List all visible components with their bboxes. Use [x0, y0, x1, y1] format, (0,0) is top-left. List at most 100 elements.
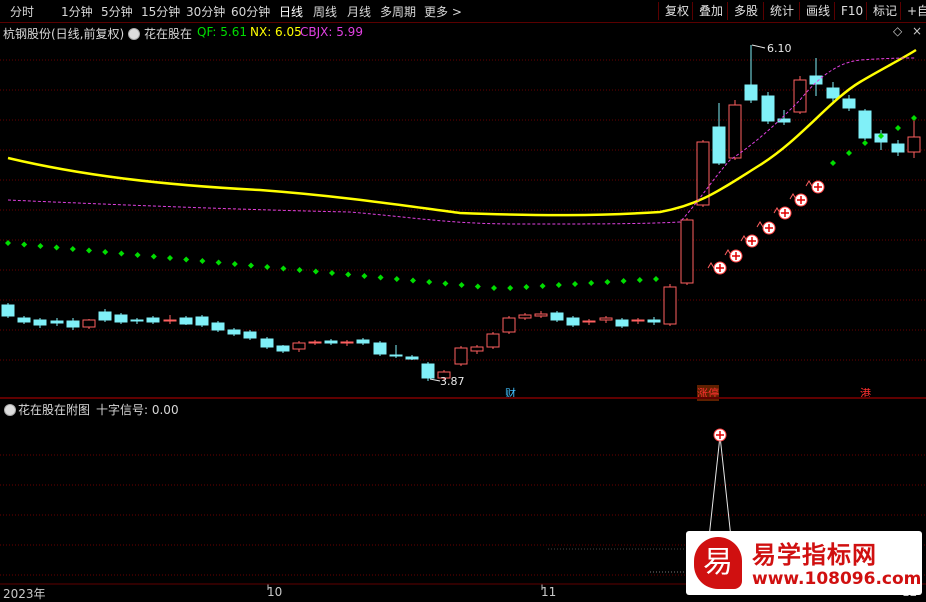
candle-body: [243, 331, 257, 339]
candle-body: [33, 319, 47, 326]
candle-body: [663, 286, 677, 325]
candle-body: [599, 317, 613, 321]
qf-dot: [572, 281, 578, 287]
candle-body: [146, 317, 160, 323]
panel-divider[interactable]: [0, 397, 926, 399]
qf-dot: [830, 160, 836, 166]
candle-body: [82, 319, 96, 328]
nx-line: [7, 48, 917, 217]
qf-dot: [53, 244, 60, 251]
qf-dot: [329, 270, 335, 276]
qf-dot: [231, 261, 238, 267]
candle-body: [421, 363, 435, 379]
candle-body: [1, 304, 15, 317]
candle-body: [227, 329, 241, 335]
qf-dot: [118, 250, 125, 257]
qf-dot: [895, 125, 901, 131]
candle-body: [826, 87, 840, 99]
qf-dot: [296, 267, 303, 273]
qf-dot: [345, 271, 352, 278]
qf-dot: [507, 285, 514, 291]
qf-dot: [102, 249, 109, 255]
candle-body: [566, 317, 580, 326]
qf-dot: [523, 284, 530, 290]
qf-dot: [442, 280, 449, 287]
qf-dot: [134, 252, 141, 258]
candle-body: [195, 316, 209, 326]
candle-body: [486, 333, 500, 348]
candle-body: [858, 110, 872, 139]
candle-body: [179, 317, 193, 325]
qf-dot: [264, 264, 271, 270]
close-icon[interactable]: ×: [912, 24, 922, 38]
candle-body: [502, 317, 516, 333]
qf-dot: [377, 274, 384, 281]
signal-arrow: [707, 262, 715, 269]
qf-dot: [588, 280, 595, 286]
candle-body: [454, 347, 468, 365]
candle-body: [793, 79, 807, 113]
qf-dot: [911, 115, 917, 121]
qf-dot: [199, 258, 206, 264]
qf-dot: [69, 246, 76, 252]
qf-dot: [248, 262, 254, 269]
candle-body: [50, 320, 64, 324]
qf-dot: [653, 276, 659, 282]
qf-dot: [37, 243, 44, 249]
candle-body: [470, 346, 484, 352]
indicator-name: 花在股在: [144, 27, 193, 41]
qf-dot: [555, 282, 562, 288]
candle-body: [373, 342, 387, 355]
qf-dot: [183, 256, 190, 263]
candle-body: [17, 317, 31, 323]
logo-url: www.108096.com: [752, 569, 922, 589]
x-axis-label: 10: [267, 585, 283, 599]
low-price-label: 3.87: [440, 375, 465, 388]
kline-chart[interactable]: [0, 0, 926, 600]
signal-arrow: [724, 249, 732, 256]
candle-body: [907, 136, 921, 153]
candle-body: [389, 354, 403, 357]
qf-dot: [539, 283, 546, 289]
nx-value: NX: 6.05: [250, 25, 302, 39]
qf-dot: [312, 268, 319, 275]
qf-dot: [393, 276, 400, 282]
x-axis-label: 11: [541, 585, 557, 599]
qf-dot: [846, 150, 852, 156]
x-axis-label: 2023年: [3, 587, 46, 601]
qf-dot: [604, 279, 611, 285]
logo-badge: 易: [694, 537, 742, 589]
qf-dot: [167, 255, 173, 261]
qf-dot: [491, 285, 497, 291]
diamond-icon[interactable]: ◇: [893, 24, 902, 38]
candle-body: [114, 314, 128, 323]
high-price-label: 6.10: [767, 42, 792, 55]
low-pointer: [429, 378, 441, 382]
grid-lines: [0, 59, 926, 590]
candle-body: [340, 341, 354, 344]
candle-body: [98, 311, 112, 321]
candle-body: [842, 98, 856, 109]
indicator-lines: [7, 48, 917, 225]
signal-arrow: [789, 193, 797, 200]
qf-dot: [426, 279, 433, 285]
candle-body: [356, 339, 370, 344]
qf-dot: [215, 259, 222, 266]
cross-signal-value: 十字信号: 0.00: [96, 403, 179, 417]
candle-body: [292, 342, 306, 350]
qf-dots: [5, 115, 917, 291]
stock-title: 杭钢股份(日线,前复权): [3, 27, 125, 41]
candle-body: [582, 320, 596, 323]
cbjx-value: CBJX: 5.99: [300, 25, 363, 39]
candle-body: [615, 319, 629, 327]
candle-body: [891, 143, 905, 153]
qf-value: QF: 5.61: [197, 25, 247, 39]
candle-body: [712, 126, 726, 164]
sub-indicator-name: 花在股在附图: [18, 403, 91, 417]
signal-arrow: [805, 180, 813, 187]
candle-body: [518, 314, 532, 319]
candle-body: [308, 341, 322, 344]
qf-dot: [620, 278, 627, 284]
logo-site-name: 易学指标网: [752, 541, 877, 569]
candle-body: [66, 320, 80, 328]
